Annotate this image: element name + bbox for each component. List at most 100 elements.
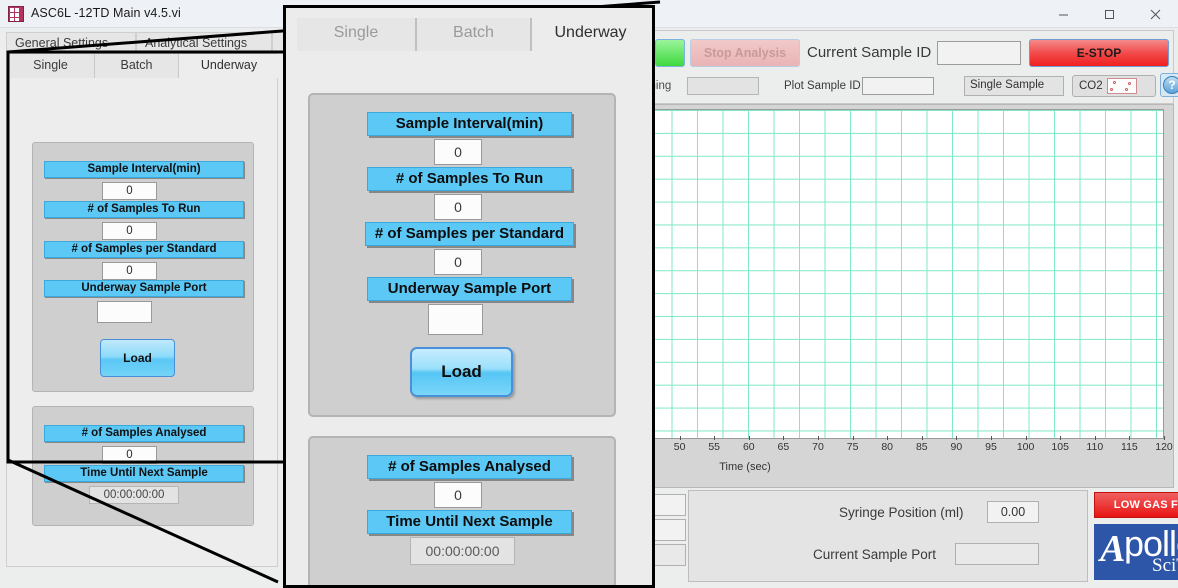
analysis-chart[interactable]: 4550556065707580859095100105110115120 Ti… [628,104,1174,488]
magnified-samples-analysed-value: 0 [434,482,482,508]
underway-status-group: # of Samples Analysed 0 Time Until Next … [32,406,254,526]
magnified-underway-sample-port-input[interactable] [428,304,483,335]
samples-to-run-input[interactable]: 0 [102,222,157,240]
current-sample-port-label: Current Sample Port [813,547,937,562]
samples-analysed-value: 0 [102,446,157,464]
magnified-sample-interval-label: Sample Interval(min) [367,112,572,136]
chart-tick-mark [1025,436,1027,440]
chart-tick-mark [1060,436,1062,440]
chart-tick-label: 105 [1051,441,1069,453]
co2-label: CO2 [1079,80,1103,92]
sample-interval-input[interactable]: 0 [102,182,157,200]
chart-x-axis: 4550556065707580859095100105110115120 [639,436,1173,463]
logo-text-scitech: SciTech [1152,555,1178,576]
chart-tick-label: 85 [915,441,928,453]
chart-tick-mark [852,436,854,440]
minimize-icon[interactable] [1040,0,1086,28]
time-until-next-sample-value: 00:00:00:00 [89,486,179,504]
tab-general-settings[interactable]: General Settings [6,32,136,54]
magnified-tab-batch[interactable]: Batch [417,18,532,51]
chart-x-axis-label: Time (sec) [719,461,771,473]
chart-plot-area[interactable] [645,109,1164,439]
current-sample-port-value [955,543,1039,565]
chart-tick-label: 70 [812,441,824,453]
chart-tick-label: 90 [950,441,963,453]
window-title: ASC6L -12TD Main v4.5.vi [31,6,181,20]
magnified-samples-to-run-label: # of Samples To Run [367,167,572,191]
magnified-samples-per-standard-label: # of Samples per Standard [365,222,574,246]
low-gas-flow-alarm: LOW GAS FLOW [1094,492,1178,518]
underway-sample-port-label: Underway Sample Port [44,280,244,297]
chart-tick-mark [1164,436,1165,440]
magnified-samples-to-run-input[interactable]: 0 [434,194,482,220]
sub-tab-underway[interactable]: Underway [179,54,279,78]
maximize-icon[interactable] [1086,0,1132,28]
underway-setup-group: Sample Interval(min) 0 # of Samples To R… [32,142,254,392]
chart-gridlines [646,110,1163,438]
main-tab-strip: General Settings Analytical Settings [6,32,290,54]
chart-tick-label: 80 [881,441,894,453]
magnified-load-button[interactable]: Load [410,347,513,397]
chart-tick-label: 75 [846,441,859,453]
window-controls [1040,0,1178,28]
chart-tick-mark [956,436,958,440]
chart-tick-mark [921,436,923,440]
tab-analytical-settings[interactable]: Analytical Settings [136,32,272,54]
syringe-position-label: Syringe Position (ml) [839,505,964,520]
chart-tick-label: 65 [777,441,790,453]
current-sample-id-label: Current Sample ID [807,44,932,61]
co2-status-led [1106,78,1137,94]
stop-analysis-button[interactable]: Stop Analysis [690,39,800,67]
chart-tick-label: 60 [742,441,755,453]
chart-tick-mark [991,436,992,440]
chart-tick-label: 110 [1086,441,1104,453]
magnified-sample-interval-input[interactable]: 0 [434,139,482,165]
estop-button[interactable]: E-STOP [1029,39,1169,67]
analysis-toolbar: Stop Analysis Current Sample ID E-STOP m… [628,30,1178,104]
magnified-time-until-next-value: 00:00:00:00 [410,537,515,565]
samples-to-run-label: # of Samples To Run [44,201,244,218]
chart-tick-mark [748,436,750,440]
analysis-area: Stop Analysis Current Sample ID E-STOP m… [620,28,1178,588]
magnified-time-until-next-label: Time Until Next Sample [367,510,572,534]
samples-analysed-label: # of Samples Analysed [44,425,244,442]
chart-tick-mark [1094,436,1096,440]
start-analysis-button[interactable] [655,39,685,67]
magnified-underway-panel: Single Batch Underway Sample Interval(mi… [283,5,655,588]
chart-tick-label: 95 [985,441,997,453]
sub-tab-batch[interactable]: Batch [95,54,179,78]
co2-indicator[interactable]: CO2 [1072,75,1156,97]
chart-tick-label: 120 [1155,441,1173,453]
magnified-underway-sample-port-label: Underway Sample Port [367,277,572,301]
labview-vi-icon [8,6,24,22]
plot-sample-id-input[interactable] [862,77,934,95]
instrument-status-box: Syringe Position (ml) 0.00 Current Sampl… [688,490,1088,582]
magnified-samples-per-standard-input[interactable]: 0 [434,249,482,275]
samples-per-standard-label: # of Samples per Standard [44,241,244,258]
magnified-tab-single[interactable]: Single [297,18,417,51]
underway-sample-port-input[interactable] [97,301,152,323]
sample-interval-label: Sample Interval(min) [44,161,244,178]
magnified-tab-strip: Single Batch Underway [297,18,649,51]
samples-per-standard-input[interactable]: 0 [102,262,157,280]
help-button[interactable]: ? [1160,73,1178,97]
syringe-position-value: 0.00 [987,501,1039,523]
analysis-mode-display[interactable]: Single Sample [964,76,1064,96]
load-button[interactable]: Load [100,339,175,377]
sub-tab-strip: Single Batch Underway [7,54,279,78]
magnified-setup-group: Sample Interval(min) # of Samples To Run… [308,93,616,417]
chart-tick-label: 100 [1016,441,1035,453]
sub-tab-single[interactable]: Single [7,54,95,78]
current-sample-id-input[interactable] [937,41,1021,65]
chart-tick-mark [887,436,889,440]
status-bar: 0 0 5.0 Syringe Position (ml) 0.00 Curre… [628,490,1178,588]
remaining-value [687,77,759,95]
chart-tick-mark [679,436,681,440]
question-mark-icon: ? [1163,76,1178,94]
close-icon[interactable] [1132,0,1178,28]
magnified-tab-underway[interactable]: Underway [532,18,649,51]
apollo-scitech-logo: A pollo SciTech [1094,524,1178,580]
chart-tick-mark [818,436,819,440]
chart-tick-mark [714,436,716,440]
chart-tick-label: 55 [708,441,721,453]
